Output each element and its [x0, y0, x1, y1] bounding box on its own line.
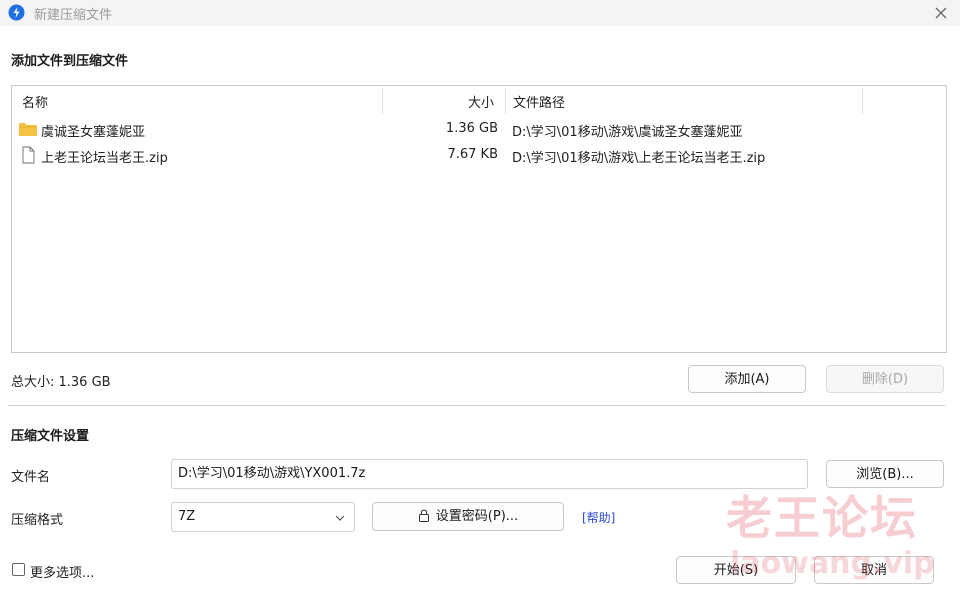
file-icon — [22, 146, 35, 164]
start-button[interactable]: 开始(S) — [676, 556, 796, 584]
section-divider — [8, 405, 945, 406]
list-header: 名称 大小 文件路径 — [12, 86, 946, 116]
delete-button[interactable]: 删除(D) — [826, 365, 944, 393]
title-bar: 新建压缩文件 — [0, 0, 960, 26]
window-title: 新建压缩文件 — [34, 8, 113, 23]
lock-icon — [418, 509, 429, 522]
column-separator[interactable] — [382, 88, 383, 114]
row-size: 7.67 KB — [447, 147, 498, 162]
format-select[interactable]: 7Z — [171, 502, 355, 532]
table-row[interactable]: 上老王论坛当老王.zip 7.67 KB D:\学习\01移动\游戏\上老王论坛… — [12, 143, 946, 169]
more-options-checkbox[interactable] — [12, 563, 25, 576]
close-icon[interactable] — [932, 4, 950, 22]
add-button[interactable]: 添加(A) — [688, 365, 806, 393]
column-header-path[interactable]: 文件路径 — [513, 92, 565, 111]
row-size: 1.36 GB — [445, 121, 498, 136]
chevron-down-icon — [335, 515, 345, 521]
browse-button[interactable]: 浏览(B)... — [826, 460, 944, 488]
cancel-button[interactable]: 取消 — [814, 556, 934, 584]
column-header-size[interactable]: 大小 — [468, 92, 494, 111]
set-password-label: 设置密码(P)... — [435, 509, 519, 524]
settings-section-title: 压缩文件设置 — [11, 429, 90, 444]
table-row[interactable]: 虞诚圣女塞蓬妮亚 1.36 GB D:\学习\01移动\游戏\虞诚圣女塞蓬妮亚 — [12, 117, 946, 143]
app-logo-icon — [8, 4, 25, 21]
folder-icon — [19, 123, 37, 136]
row-name: 虞诚圣女塞蓬妮亚 — [41, 125, 146, 140]
column-separator[interactable] — [505, 88, 506, 114]
format-select-value: 7Z — [178, 509, 196, 524]
total-size-label: 总大小: 1.36 GB — [11, 375, 111, 390]
filename-label: 文件名 — [11, 470, 51, 485]
row-path: D:\学习\01移动\游戏\上老王论坛当老王.zip — [512, 151, 766, 166]
column-separator[interactable] — [862, 88, 863, 114]
set-password-button[interactable]: 设置密码(P)... — [372, 502, 564, 531]
file-list[interactable]: 名称 大小 文件路径 虞诚圣女塞蓬妮亚 1.36 GB D:\学习\01移动\游… — [11, 85, 947, 353]
column-header-name[interactable]: 名称 — [22, 92, 48, 111]
watermark-text: 老王论坛 — [726, 491, 918, 545]
more-options-label[interactable]: 更多选项... — [30, 562, 94, 581]
filename-input[interactable]: D:\学习\01移动\游戏\YX001.7z — [171, 459, 808, 489]
row-path: D:\学习\01移动\游戏\虞诚圣女塞蓬妮亚 — [512, 125, 743, 140]
format-label: 压缩格式 — [11, 513, 64, 528]
help-link[interactable]: [帮助] — [582, 509, 615, 526]
files-section-title: 添加文件到压缩文件 — [11, 54, 129, 69]
row-name: 上老王论坛当老王.zip — [41, 151, 168, 166]
